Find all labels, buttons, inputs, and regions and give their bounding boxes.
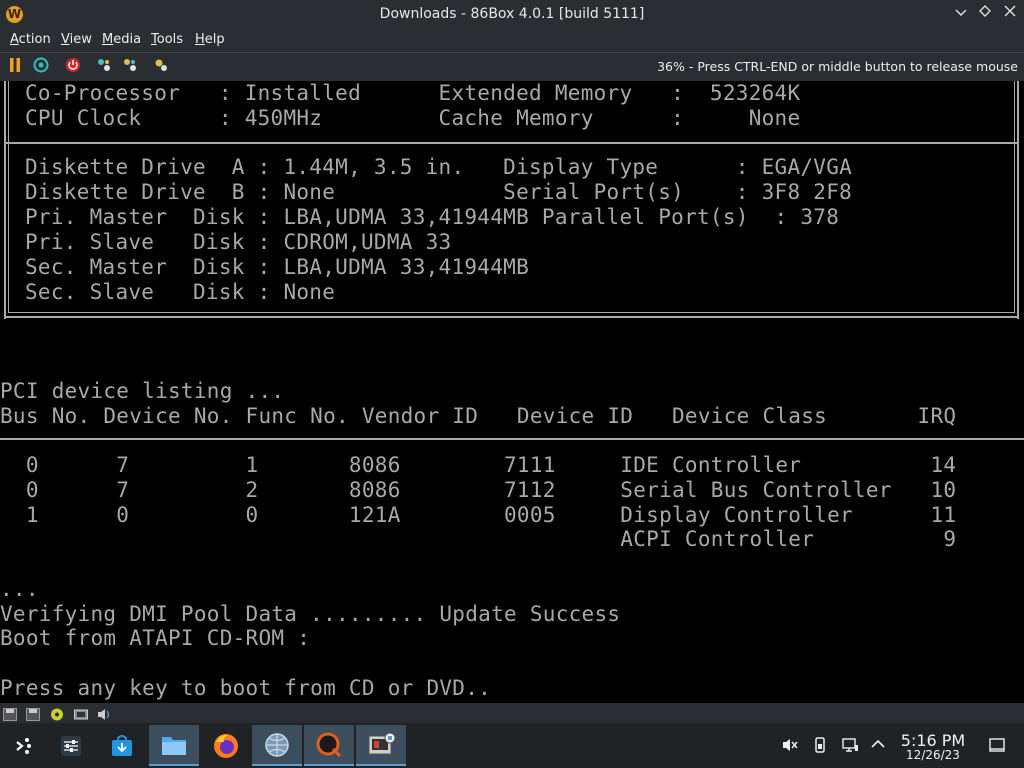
app-launcher-icon[interactable] [0, 725, 50, 766]
maximize-icon[interactable] [976, 5, 994, 23]
bios-line: Pri. Slave Disk : CDROM,UDMA 33 [25, 230, 452, 254]
floppy-b-icon[interactable] [26, 706, 40, 721]
taskbar [0, 723, 1024, 768]
network-icon[interactable] [74, 706, 88, 720]
box-bottom-border [4, 316, 1019, 318]
network-globe-icon[interactable] [252, 725, 302, 766]
mouse-capture-status: 36% - Press CTRL-END or middle button to… [657, 59, 1018, 74]
settings-icon[interactable] [94, 57, 114, 77]
ellipsis-line: ... [0, 577, 39, 601]
menu-action[interactable]: Action [10, 32, 51, 47]
mixer-settings-icon[interactable] [46, 725, 96, 766]
cdrom-icon[interactable] [50, 706, 64, 721]
volume-muted-icon[interactable] [781, 736, 799, 754]
discover-store-icon[interactable] [97, 725, 147, 766]
screenshot-icon[interactable] [151, 57, 171, 77]
pci-header-rule [0, 438, 1024, 440]
dmi-line: Verifying DMI Pool Data ......... Update… [0, 602, 621, 626]
usb-device-icon[interactable] [811, 736, 829, 754]
box-right-inner-border [1014, 81, 1015, 313]
bios-line: Sec. Master Disk : LBA,UDMA 33,41944MB [25, 255, 529, 279]
network-wired-icon[interactable] [841, 736, 859, 754]
floppy-a-icon[interactable] [3, 706, 17, 721]
menu-media[interactable]: Media [102, 32, 141, 47]
pci-title: PCI device listing ... [0, 379, 285, 403]
ctrl-alt-del-icon[interactable] [31, 57, 51, 77]
minimize-icon[interactable] [952, 5, 970, 23]
menu-bar: Action View Media Tools Help [0, 29, 1024, 52]
pci-header: Bus No. Device No. Func No. Vendor ID De… [0, 404, 957, 428]
bios-line: Sec. Slave Disk : None [25, 280, 336, 304]
emulator-status-bar [0, 703, 1024, 723]
power-icon[interactable] [63, 57, 83, 77]
bios-line: CPU Clock : 450MHz Cache Memory : None [25, 106, 801, 130]
bios-line: Diskette Drive B : None Serial Port(s) :… [25, 180, 853, 204]
title-bar: W Downloads - 86Box 4.0.1 [build 5111] [0, 0, 1024, 29]
bios-line: Diskette Drive A : 1.44M, 3.5 in. Displa… [25, 155, 853, 179]
dolphin-files-icon[interactable] [149, 725, 199, 766]
86box-icon[interactable] [356, 725, 406, 766]
quassel-icon[interactable] [304, 725, 354, 766]
sound-icon[interactable] [97, 706, 111, 720]
clock-date[interactable]: 12/26/23 [896, 748, 970, 762]
show-desktop-icon[interactable] [988, 736, 1006, 754]
toolbar: 36% - Press CTRL-END or middle button to… [0, 52, 1024, 81]
pci-row: 0 7 1 8086 7111 IDE Controller 14 [0, 453, 957, 477]
menu-help[interactable]: Help [195, 32, 225, 47]
box-divider [4, 142, 1019, 144]
pci-row: 1 0 0 121A 0005 Display Controller 11 [0, 503, 957, 527]
window-title: Downloads - 86Box 4.0.1 [build 5111] [379, 6, 645, 22]
menu-tools[interactable]: Tools [151, 32, 183, 47]
press-key-line: Press any key to boot from CD or DVD.. [0, 676, 492, 700]
bios-line: Pri. Master Disk : LBA,UDMA 33,41944MB P… [25, 205, 840, 229]
bios-line: Co-Processor : Installed Extended Memory… [25, 81, 801, 105]
firefox-icon[interactable] [201, 725, 251, 766]
hard-reset-icon[interactable] [120, 57, 140, 77]
box-left-inner-border [8, 81, 9, 313]
pci-row: 0 7 2 8086 7112 Serial Bus Controller 10 [0, 478, 957, 502]
pause-icon[interactable] [5, 57, 25, 77]
boot-line: Boot from ATAPI CD-ROM : [0, 626, 311, 650]
box-bottom-inner-border [8, 312, 1015, 313]
tray-expand-icon[interactable] [869, 736, 887, 754]
emulator-screen[interactable]: Co-Processor : Installed Extended Memory… [0, 81, 1024, 703]
box-right-border [1017, 81, 1019, 319]
close-icon[interactable] [1001, 5, 1019, 23]
menu-view[interactable]: View [61, 32, 92, 47]
pci-row: ACPI Controller 9 [0, 527, 957, 551]
box-left-border [4, 81, 6, 319]
